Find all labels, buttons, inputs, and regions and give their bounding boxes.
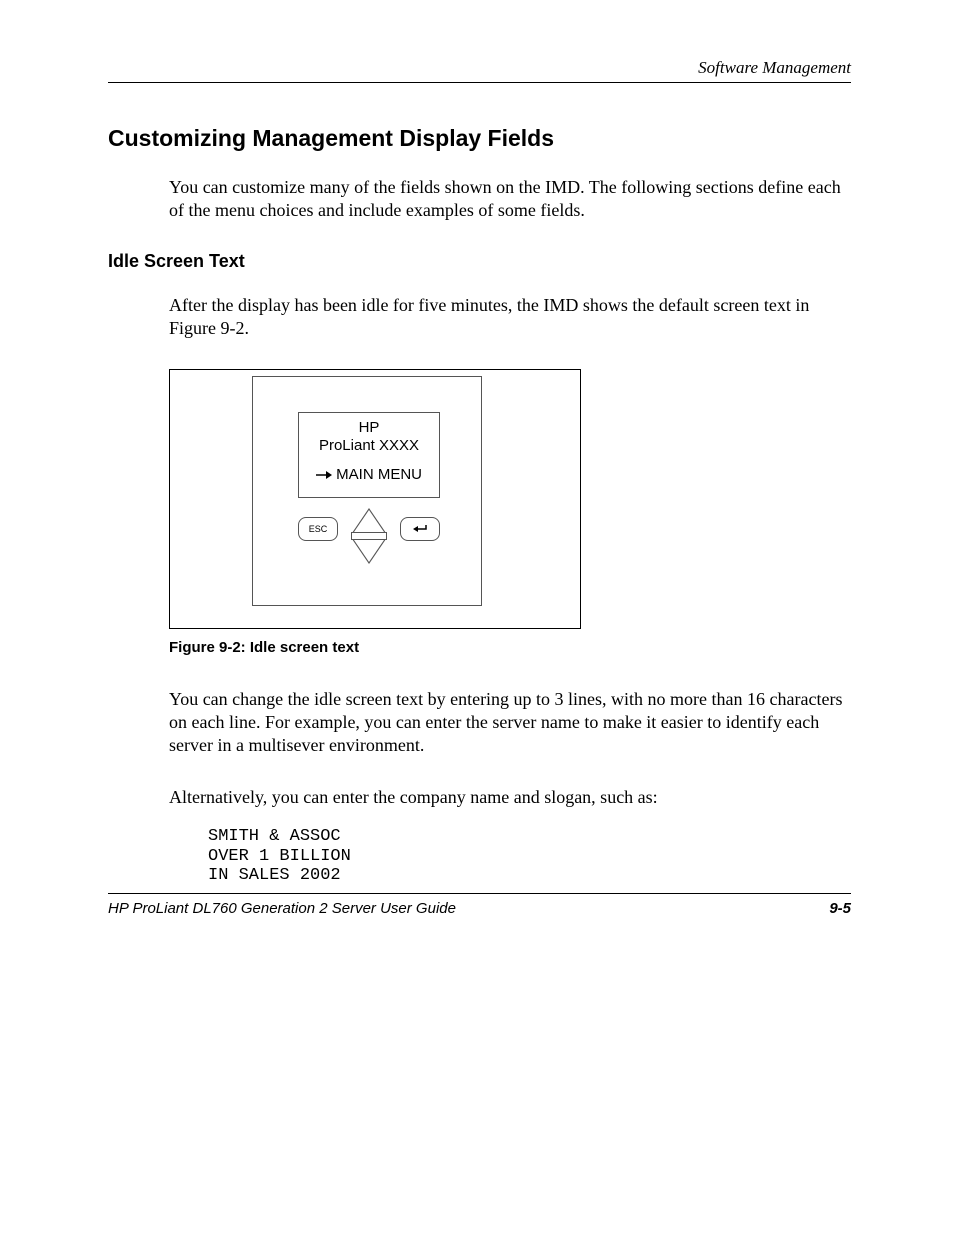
button-row: ESC xyxy=(298,510,440,560)
idle-paragraph: After the display has been idle for five… xyxy=(169,294,851,341)
change-text-paragraph: You can change the idle screen text by e… xyxy=(169,688,851,758)
code-line-2: OVER 1 BILLION xyxy=(208,847,351,866)
heading-idle-screen: Idle Screen Text xyxy=(108,251,851,272)
lcd-line-2: ProLiant XXXX xyxy=(299,437,439,456)
device-outline: HP ProLiant XXXX MAIN MENU ESC xyxy=(169,369,581,629)
footer-page-number: 9-5 xyxy=(829,900,851,917)
down-arrow-icon xyxy=(354,540,384,562)
up-arrow-icon xyxy=(354,510,384,532)
document-page: Software Management Customizing Manageme… xyxy=(0,0,954,1235)
enter-icon xyxy=(411,523,429,535)
esc-button: ESC xyxy=(298,517,338,541)
footer-title: HP ProLiant DL760 Generation 2 Server Us… xyxy=(108,900,456,917)
figure-9-2: HP ProLiant XXXX MAIN MENU ESC xyxy=(169,369,851,629)
code-line-3: IN SALES 2002 xyxy=(208,866,341,885)
code-line-1: SMITH & ASSOC xyxy=(208,827,341,846)
arrow-right-icon xyxy=(316,467,332,484)
lcd-screen: HP ProLiant XXXX MAIN MENU xyxy=(298,412,440,498)
lcd-menu-text: MAIN MENU xyxy=(336,466,422,483)
example-code-block: SMITH & ASSOC OVER 1 BILLION IN SALES 20… xyxy=(208,827,851,886)
header-section-title: Software Management xyxy=(698,58,851,77)
figure-caption: Figure 9-2: Idle screen text xyxy=(169,639,851,656)
page-header: Software Management xyxy=(108,58,851,83)
lcd-menu-line: MAIN MENU xyxy=(299,456,439,484)
heading-customizing: Customizing Management Display Fields xyxy=(108,125,851,152)
lcd-line-1: HP xyxy=(299,413,439,438)
intro-paragraph: You can customize many of the fields sho… xyxy=(169,176,851,223)
enter-button xyxy=(400,517,440,541)
page-footer: HP ProLiant DL760 Generation 2 Server Us… xyxy=(108,893,851,917)
alternative-paragraph: Alternatively, you can enter the company… xyxy=(169,786,851,809)
